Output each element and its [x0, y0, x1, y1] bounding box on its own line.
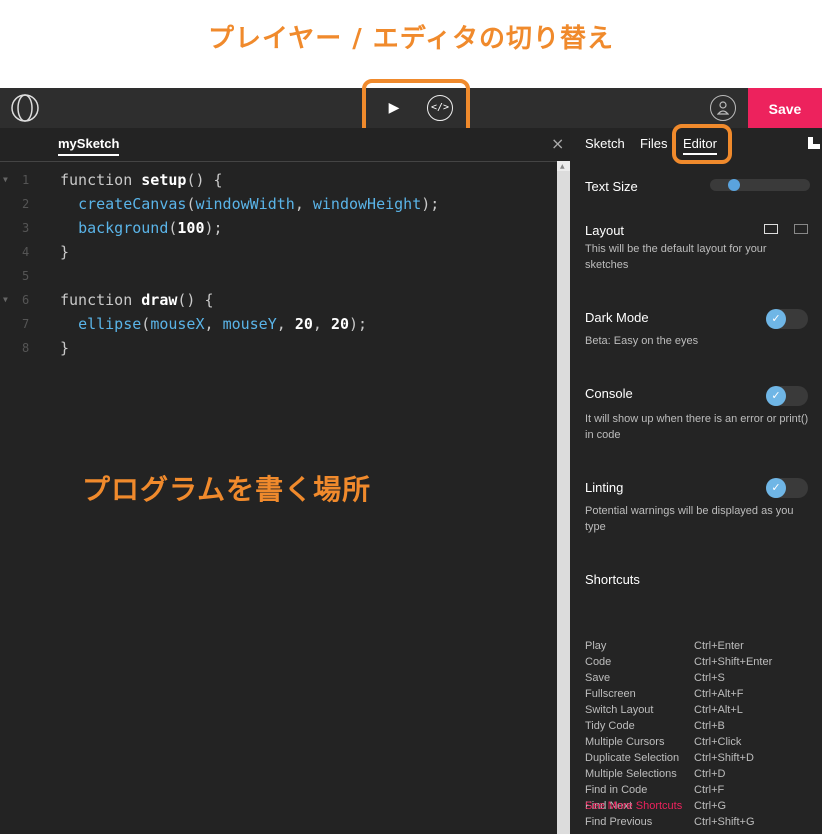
play-icon: ▶: [388, 100, 400, 116]
text-size-label: Text Size: [585, 179, 638, 194]
shortcut-row: Multiple Cursors Ctrl+Click: [585, 734, 772, 750]
logo-icon: [11, 94, 39, 122]
editor-scrollbar[interactable]: ▲: [557, 161, 570, 834]
code-icon: </>: [430, 102, 450, 113]
code-line[interactable]: createCanvas(windowWidth, windowHeight);: [60, 192, 439, 216]
top-toolbar: ▶ </> Save: [0, 79, 822, 139]
shortcut-action: Find Previous: [585, 816, 653, 828]
scrollbar-thumb[interactable]: [557, 171, 570, 834]
shortcut-keys: Ctrl+B: [694, 720, 725, 732]
shortcut-keys: Ctrl+S: [694, 672, 725, 684]
shortcut-action: Code: [585, 656, 612, 668]
line-number: 3: [22, 221, 30, 235]
shortcut-keys: Ctrl+Click: [694, 736, 742, 748]
line-number: 6: [22, 293, 30, 307]
dark-mode-label: Dark Mode: [585, 310, 649, 325]
line-number: 1: [22, 173, 30, 187]
code-line[interactable]: function setup() {: [60, 168, 439, 192]
console-toggle[interactable]: ✓: [766, 386, 808, 406]
shortcut-action: Switch Layout: [585, 704, 654, 716]
scroll-up-icon[interactable]: ▲: [560, 163, 565, 170]
file-tab-mysketch[interactable]: mySketch: [58, 136, 120, 156]
line-number: 4: [22, 245, 30, 259]
line-number: 8: [22, 341, 30, 355]
user-avatar-button[interactable]: [710, 95, 736, 121]
tab-sketch[interactable]: Sketch: [585, 136, 625, 151]
fold-arrow-icon[interactable]: ▼: [3, 288, 8, 312]
code-line[interactable]: [60, 264, 439, 288]
shortcut-row: Tidy Code Ctrl+B: [585, 718, 772, 734]
code-line[interactable]: ellipse(mouseX, mouseY, 20, 20);: [60, 312, 439, 336]
fold-arrow-icon[interactable]: ▼: [3, 168, 8, 192]
console-label: Console: [585, 386, 633, 401]
user-icon: [717, 101, 729, 115]
layout-description: This will be the default layout for your…: [585, 243, 767, 271]
shortcut-row: Multiple Selections Ctrl+D: [585, 766, 772, 782]
shortcut-row: Find in Code Ctrl+F: [585, 782, 772, 798]
shortcut-keys: Ctrl+Shift+G: [694, 816, 755, 828]
dark-mode-toggle[interactable]: ✓: [766, 309, 808, 329]
shortcut-action: Save: [585, 672, 611, 684]
line-number: 7: [22, 317, 30, 331]
shortcut-keys: Ctrl+D: [694, 768, 726, 780]
annotation-title: プレイヤー / エディタの切り替え: [207, 24, 614, 54]
code-line[interactable]: }: [60, 336, 439, 360]
shortcut-row: Fullscreen Ctrl+Alt+F: [585, 686, 772, 702]
shortcut-keys: Ctrl+Shift+Enter: [694, 656, 773, 668]
linting-description: Potential warnings will be displayed as …: [585, 505, 794, 533]
save-button[interactable]: Save: [748, 88, 822, 128]
p5-web-editor: ▶ </> Save mySketch × ▼ 1 2 3 4 5 ▼ 6 7 8 …: [0, 79, 822, 834]
shortcut-row: Find Previous Ctrl+Shift+G: [585, 814, 772, 830]
shortcut-keys: Ctrl+F: [694, 784, 725, 796]
shortcut-action: Multiple Cursors: [585, 736, 665, 748]
code-line[interactable]: }: [60, 240, 439, 264]
layout-label: Layout: [585, 223, 625, 238]
code-line[interactable]: background(100);: [60, 216, 439, 240]
shortcut-row: Save Ctrl+S: [585, 670, 772, 686]
annotation-code-area: プログラムを書く場所: [82, 473, 372, 506]
dark-mode-description: Beta: Easy on the eyes: [585, 335, 699, 347]
tab-files[interactable]: Files: [640, 136, 667, 151]
shortcut-action: Find in Code: [585, 784, 648, 796]
line-number: 2: [22, 197, 30, 211]
shortcut-row: Duplicate Selection Ctrl+Shift+D: [585, 750, 772, 766]
shortcuts-title: Shortcuts: [585, 572, 640, 587]
code-area[interactable]: function setup() { createCanvas(windowWi…: [60, 168, 439, 360]
shortcut-keys: Ctrl+Enter: [694, 640, 744, 652]
settings-panel: Sketch Files Editor Text Size Layout Thi…: [570, 124, 822, 834]
close-icon[interactable]: ×: [551, 134, 564, 153]
layout-split-icon[interactable]: [794, 224, 808, 234]
check-icon: ✓: [766, 478, 786, 498]
see-more-shortcuts-link[interactable]: See More Shortcuts: [585, 800, 682, 812]
shortcut-row: Code Ctrl+Shift+Enter: [585, 654, 772, 670]
shortcut-keys: Ctrl+Shift+D: [694, 752, 754, 764]
line-gutter: ▼ 1 2 3 4 5 ▼ 6 7 8: [0, 168, 40, 360]
shortcut-keys: Ctrl+Alt+L: [694, 704, 743, 716]
shortcut-action: Play: [585, 640, 607, 652]
shortcut-action: Tidy Code: [585, 720, 635, 732]
code-line[interactable]: function draw() {: [60, 288, 439, 312]
shortcut-row: Play Ctrl+Enter: [585, 638, 772, 654]
shortcut-row: Switch Layout Ctrl+Alt+L: [585, 702, 772, 718]
play-button[interactable]: ▶: [383, 98, 405, 118]
text-size-slider[interactable]: [710, 179, 810, 191]
shortcut-action: Multiple Selections: [585, 768, 677, 780]
shortcut-action: Fullscreen: [585, 688, 636, 700]
check-icon: ✓: [766, 386, 786, 406]
line-number: 5: [22, 269, 30, 283]
check-icon: ✓: [766, 309, 786, 329]
shortcut-action: Duplicate Selection: [585, 752, 680, 764]
linting-toggle[interactable]: ✓: [766, 478, 808, 498]
panel-corner-icon[interactable]: [808, 137, 820, 149]
linting-label: Linting: [585, 480, 624, 495]
slider-thumb[interactable]: [727, 179, 740, 191]
code-toggle-button[interactable]: </>: [427, 95, 453, 121]
shortcut-keys: Ctrl+Alt+F: [694, 688, 744, 700]
layout-single-icon[interactable]: [764, 224, 778, 234]
file-tab-bar: mySketch ×: [0, 128, 570, 162]
tab-editor[interactable]: Editor: [683, 136, 717, 155]
shortcut-keys: Ctrl+G: [694, 800, 727, 812]
console-description: It will show up when there is an error o…: [585, 413, 809, 441]
